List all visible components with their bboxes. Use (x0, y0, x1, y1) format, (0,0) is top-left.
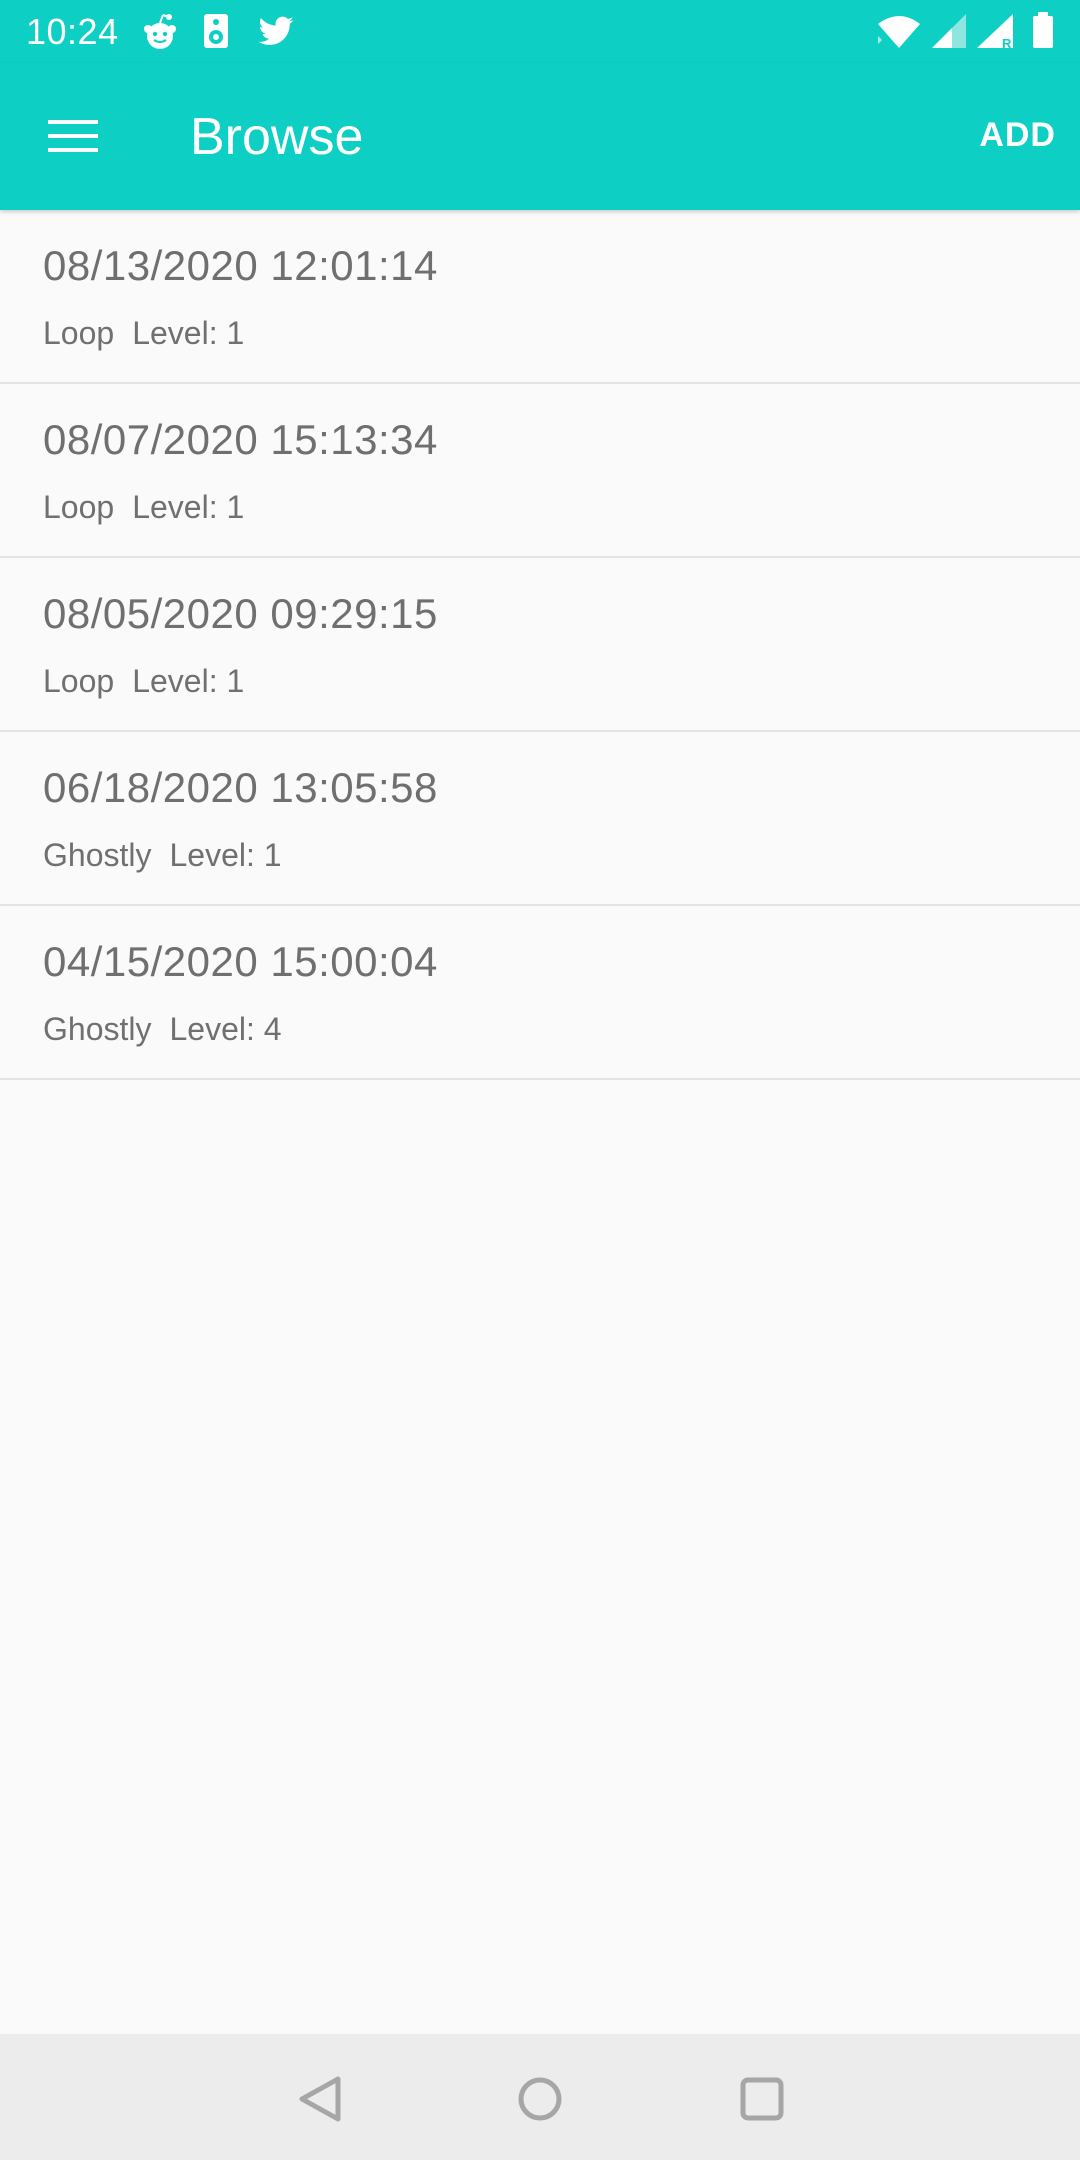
item-meta: Ghostly Level: 4 (43, 1008, 282, 1050)
item-meta: Loop Level: 1 (43, 486, 244, 528)
item-meta: Loop Level: 1 (43, 312, 244, 354)
item-date: 06/18/2020 13:05:58 (43, 764, 438, 811)
item-meta: Loop Level: 1 (43, 660, 244, 702)
home-icon[interactable] (508, 2067, 572, 2131)
item-type: Loop (43, 663, 115, 699)
item-level: Level: 1 (132, 663, 245, 699)
back-icon[interactable] (288, 2067, 352, 2131)
speaker-icon (204, 14, 228, 48)
item-meta: Ghostly Level: 1 (43, 834, 282, 876)
navigation-bar (0, 2034, 1080, 2160)
signal-roaming-icon: R (977, 14, 1013, 50)
item-date: 08/07/2020 15:13:34 (43, 416, 438, 463)
battery-icon (1033, 12, 1053, 48)
list-item[interactable]: 04/15/2020 15:00:04 Ghostly Level: 4 (0, 906, 1080, 1080)
item-date: 04/15/2020 15:00:04 (43, 938, 438, 985)
item-type: Loop (43, 489, 115, 525)
item-level: Level: 1 (132, 489, 245, 525)
reddit-icon (144, 14, 176, 49)
item-level: Level: 4 (169, 1011, 282, 1047)
twitter-icon (258, 16, 294, 45)
status-bar: 10:24 R (0, 0, 1080, 63)
item-type: Loop (43, 315, 115, 351)
menu-button[interactable] (24, 100, 120, 172)
item-type: Ghostly (43, 1011, 152, 1047)
item-type: Ghostly (43, 837, 152, 873)
wifi-icon (878, 16, 920, 48)
svg-text:R: R (1002, 36, 1012, 50)
item-date: 08/05/2020 09:29:15 (43, 590, 438, 637)
item-level: Level: 1 (169, 837, 282, 873)
list-item[interactable]: 08/05/2020 09:29:15 Loop Level: 1 (0, 558, 1080, 732)
page-title: Browse (190, 108, 364, 166)
list-item[interactable]: 08/13/2020 12:01:14 Loop Level: 1 (0, 210, 1080, 384)
list-item[interactable]: 06/18/2020 13:05:58 Ghostly Level: 1 (0, 732, 1080, 906)
status-time: 10:24 (26, 11, 119, 52)
list-item[interactable]: 08/07/2020 15:13:34 Loop Level: 1 (0, 384, 1080, 558)
add-button[interactable]: ADD (979, 110, 1056, 160)
signal-icon (932, 14, 966, 48)
hamburger-menu-icon (48, 120, 98, 152)
session-list: 08/13/2020 12:01:14 Loop Level: 1 08/07/2… (0, 210, 1080, 1080)
recents-icon[interactable] (730, 2067, 794, 2131)
app-bar: Browse ADD (0, 63, 1080, 210)
item-date: 08/13/2020 12:01:14 (43, 242, 438, 289)
item-level: Level: 1 (132, 315, 245, 351)
